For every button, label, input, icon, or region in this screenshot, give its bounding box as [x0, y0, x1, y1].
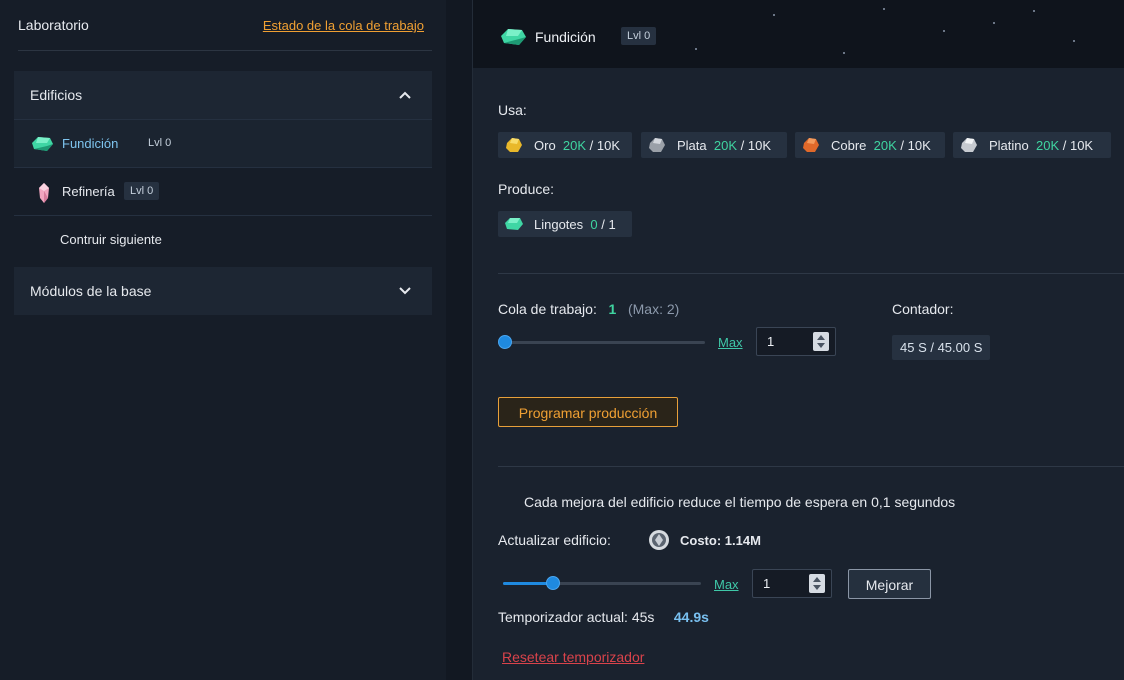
resource-name: Platino	[989, 138, 1029, 153]
platinum-ore-icon	[961, 138, 977, 152]
stepper-down-icon[interactable]	[813, 585, 821, 590]
upgrade-button[interactable]: Mejorar	[848, 569, 931, 599]
product-chip-lingotes: Lingotes 0 / 1	[498, 211, 632, 237]
product-have: 0	[590, 217, 598, 232]
counter-badge: 45 S / 45.00 S	[892, 335, 991, 360]
timer-new-value: 44.9s	[673, 609, 709, 625]
star-decoration	[1033, 10, 1035, 12]
produces-label: Produce:	[498, 181, 555, 197]
upgrade-button-label: Mejorar	[865, 577, 914, 593]
level-badge: Lvl 0	[124, 182, 160, 200]
resource-have: 20K	[562, 138, 587, 153]
star-decoration	[883, 8, 885, 10]
green-gem-icon	[32, 137, 53, 151]
queue-slider-thumb[interactable]	[498, 335, 512, 349]
schedule-production-label: Programar producción	[518, 405, 658, 421]
pink-crystal-icon	[39, 183, 49, 203]
building-title: Fundición	[535, 29, 596, 45]
resource-have: 20K	[713, 138, 738, 153]
queue-max-note: (Max: 2)	[627, 301, 680, 317]
stepper-up-icon[interactable]	[813, 577, 821, 582]
sidebar-item-fundicion[interactable]: Fundición Lvl 0	[14, 119, 432, 167]
stepper-down-icon[interactable]	[817, 343, 825, 348]
product-name: Lingotes	[534, 217, 584, 232]
sidebar: Laboratorio Estado de la cola de trabajo…	[0, 0, 446, 680]
copper-ore-icon	[803, 138, 819, 152]
upgrade-cost: Costo: 1.14M	[680, 533, 761, 548]
resource-chip-oro: Oro 20K / 10K	[498, 132, 632, 158]
queue-value: 1	[608, 301, 617, 317]
upgrade-stepper-buttons[interactable]	[809, 574, 825, 593]
reset-timer-link[interactable]: Resetear temporizador	[502, 649, 644, 665]
queue-stepper-buttons[interactable]	[813, 332, 829, 351]
resource-need: 10K	[907, 138, 931, 153]
resource-name: Oro	[534, 138, 556, 153]
star-decoration	[843, 52, 845, 54]
chevron-down-icon	[399, 287, 411, 295]
star-decoration	[1073, 40, 1075, 42]
resource-have: 20K	[1035, 138, 1060, 153]
silver-ore-icon	[649, 138, 665, 152]
section-divider	[498, 273, 1124, 274]
resource-need: 10K	[1069, 138, 1094, 153]
star-decoration	[773, 14, 775, 16]
level-badge: Lvl 0	[148, 137, 172, 149]
upgrade-quantity-stepper	[752, 569, 832, 598]
upgrade-label: Actualizar edificio:	[498, 532, 611, 548]
buildings-accordion-label: Edificios	[30, 87, 83, 103]
resource-name: Plata	[677, 138, 707, 153]
resource-have: 20K	[873, 138, 897, 153]
star-decoration	[943, 30, 945, 32]
queue-status-link[interactable]: Estado de la cola de trabajo	[263, 18, 424, 33]
buildings-accordion: Edificios Fundición Lvl 0 Refinería Lvl …	[14, 71, 432, 263]
product-need: 1	[608, 217, 616, 232]
star-decoration	[695, 48, 697, 50]
section-divider	[498, 466, 1124, 467]
modules-accordion: Módulos de la base	[14, 267, 432, 315]
panel-gutter	[446, 0, 472, 680]
build-next-item[interactable]: Contruir siguiente	[14, 215, 432, 263]
upgrade-quantity-input[interactable]	[753, 570, 813, 597]
resource-chip-platino: Platino 20K / 10K	[953, 132, 1111, 158]
timer-label: Temporizador actual: 45s	[498, 609, 655, 625]
level-badge: Lvl 0	[621, 27, 657, 45]
queue-max-link[interactable]: Max	[718, 335, 743, 350]
star-decoration	[993, 22, 995, 24]
resource-chip-cobre: Cobre 20K / 10K	[795, 132, 945, 158]
upgrade-note: Cada mejora del edificio reduce el tiemp…	[524, 494, 956, 510]
resource-name: Cobre	[831, 138, 867, 153]
schedule-production-button[interactable]: Programar producción	[498, 397, 678, 427]
queue-slider-track[interactable]	[503, 341, 705, 344]
stepper-up-icon[interactable]	[817, 335, 825, 340]
ingot-gem-icon	[505, 218, 523, 230]
buildings-accordion-header[interactable]: Edificios	[14, 71, 432, 119]
counter-label: Contador:	[892, 301, 954, 317]
upgrade-slider-thumb[interactable]	[545, 576, 560, 590]
silver-coin-icon	[649, 530, 669, 550]
build-next-label: Contruir siguiente	[60, 232, 162, 247]
modules-accordion-label: Módulos de la base	[30, 283, 152, 299]
sidebar-item-refineria[interactable]: Refinería Lvl 0	[14, 167, 432, 215]
queue-quantity-input[interactable]	[757, 328, 817, 355]
resource-chip-plata: Plata 20K / 10K	[641, 132, 787, 158]
modules-accordion-header[interactable]: Módulos de la base	[14, 267, 432, 315]
chevron-up-icon	[399, 91, 411, 99]
building-detail-panel: Fundición Lvl 0 Usa: Oro 20K / 10K Plata…	[472, 0, 1124, 680]
gold-ore-icon	[506, 138, 522, 152]
queue-row: Cola de trabajo: 1 (Max: 2)	[498, 301, 679, 317]
upgrade-max-link[interactable]: Max	[714, 577, 739, 592]
queue-label: Cola de trabajo:	[498, 301, 597, 317]
resource-need: 10K	[747, 138, 771, 153]
timer-row: Temporizador actual: 45s 44.9s	[498, 609, 709, 625]
panel-header: Fundición Lvl 0	[473, 0, 1124, 68]
green-gem-icon	[501, 29, 526, 45]
sidebar-header: Laboratorio Estado de la cola de trabajo	[18, 0, 432, 51]
sidebar-title: Laboratorio	[18, 17, 89, 33]
sidebar-item-label: Refinería	[62, 184, 115, 199]
resource-need: 10K	[596, 138, 621, 153]
queue-quantity-stepper	[756, 327, 836, 356]
uses-label: Usa:	[498, 102, 527, 118]
sidebar-item-label: Fundición	[62, 136, 119, 151]
